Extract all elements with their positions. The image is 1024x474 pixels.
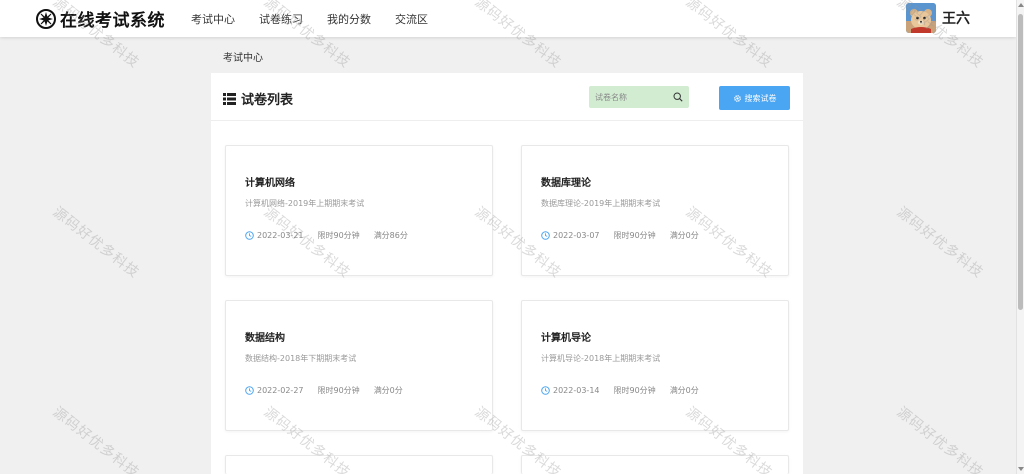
paper-description: 计算机网络-2019年上期期末考试 [245, 199, 365, 208]
paper-date: 2022-02-27 [257, 386, 304, 395]
search-box[interactable] [589, 86, 689, 108]
scroll-down-icon[interactable] [1018, 467, 1024, 471]
paper-card[interactable]: 数据结构 数据结构-2018年下期期末考试 2022-02-27 限时90分钟 … [225, 300, 493, 431]
watermark: 源码好优多科技 [49, 404, 143, 474]
paper-description: 数据结构-2018年下期期末考试 [245, 354, 357, 363]
username[interactable]: 王六 [942, 8, 970, 28]
panel-header: 试卷列表 搜索试卷 [211, 73, 803, 121]
paper-full-score: 满分0分 [669, 231, 699, 240]
paper-description: 数据库理论-2019年上期期末考试 [541, 199, 661, 208]
paper-description: 计算机导论-2018年上期期末考试 [541, 354, 661, 363]
nav-my-scores[interactable]: 我的分数 [327, 11, 371, 27]
breadcrumb[interactable]: 考试中心 [223, 49, 263, 64]
search-icon[interactable] [673, 92, 683, 102]
paper-card-partial[interactable] [521, 455, 789, 474]
paper-full-score: 满分86分 [373, 231, 408, 240]
paper-date: 2022-03-14 [553, 386, 600, 395]
paper-title[interactable]: 数据库理论 [541, 174, 591, 189]
watermark: 源码好优多科技 [893, 404, 987, 474]
search-input[interactable] [589, 92, 669, 102]
main-nav: 考试中心 试卷练习 我的分数 交流区 [191, 11, 452, 27]
paper-card[interactable]: 计算机网络 计算机网络-2019年上期期末考试 2022-03-21 限时90分… [225, 145, 493, 276]
search-button-label: 搜索试卷 [744, 93, 777, 103]
gear-icon [733, 94, 741, 102]
paper-full-score: 满分0分 [373, 386, 403, 395]
clock-icon [541, 386, 550, 395]
user-menu[interactable]: 王六 [906, 3, 970, 33]
list-icon [223, 92, 236, 105]
paper-time-limit: 限时90分钟 [317, 386, 360, 395]
paper-list-panel: 试卷列表 搜索试卷 计算机网络 计算机网络-2019年上期期末考试 202 [211, 73, 803, 474]
paper-full-score: 满分0分 [669, 386, 699, 395]
paper-card[interactable]: 数据库理论 数据库理论-2019年上期期末考试 2022-03-07 限时90分… [521, 145, 789, 276]
paper-meta: 2022-03-07 限时90分钟 满分0分 [541, 230, 699, 241]
paper-title[interactable]: 计算机网络 [245, 174, 295, 189]
bear-avatar-icon [906, 3, 936, 33]
clock-icon [245, 231, 254, 240]
paper-meta: 2022-03-21 限时90分钟 满分86分 [245, 230, 408, 241]
panel-title-text: 试卷列表 [241, 93, 294, 108]
paper-card[interactable]: 计算机导论 计算机导论-2018年上期期末考试 2022-03-14 限时90分… [521, 300, 789, 431]
search-papers-button[interactable]: 搜索试卷 [719, 86, 790, 110]
clock-icon [541, 231, 550, 240]
avatar[interactable] [906, 3, 936, 33]
paper-time-limit: 限时90分钟 [613, 386, 656, 395]
paper-time-limit: 限时90分钟 [613, 231, 656, 240]
paper-meta: 2022-02-27 限时90分钟 满分0分 [245, 385, 403, 396]
watermark: 源码好优多科技 [49, 204, 143, 282]
app-title: 在线考试系统 [60, 11, 165, 31]
logo-icon [36, 8, 56, 29]
panel-title: 试卷列表 [223, 89, 293, 108]
scroll-up-icon[interactable] [1018, 3, 1024, 7]
nav-exam-center[interactable]: 考试中心 [191, 11, 235, 27]
watermark: 源码好优多科技 [893, 204, 987, 282]
paper-meta: 2022-03-14 限时90分钟 满分0分 [541, 385, 699, 396]
clock-icon [245, 386, 254, 395]
paper-card-partial[interactable] [225, 455, 493, 474]
paper-date: 2022-03-07 [553, 231, 600, 240]
brand[interactable]: 在线考试系统 [36, 6, 165, 31]
top-header: 在线考试系统 考试中心 试卷练习 我的分数 交流区 王六 [0, 0, 1016, 37]
paper-time-limit: 限时90分钟 [317, 231, 360, 240]
scroll-thumb[interactable] [1018, 14, 1023, 310]
page-scrollbar[interactable] [1016, 0, 1024, 474]
paper-title[interactable]: 计算机导论 [541, 329, 591, 344]
paper-title[interactable]: 数据结构 [245, 329, 285, 344]
nav-paper-practice[interactable]: 试卷练习 [259, 11, 303, 27]
paper-date: 2022-03-21 [257, 231, 304, 240]
nav-forum[interactable]: 交流区 [395, 11, 428, 27]
